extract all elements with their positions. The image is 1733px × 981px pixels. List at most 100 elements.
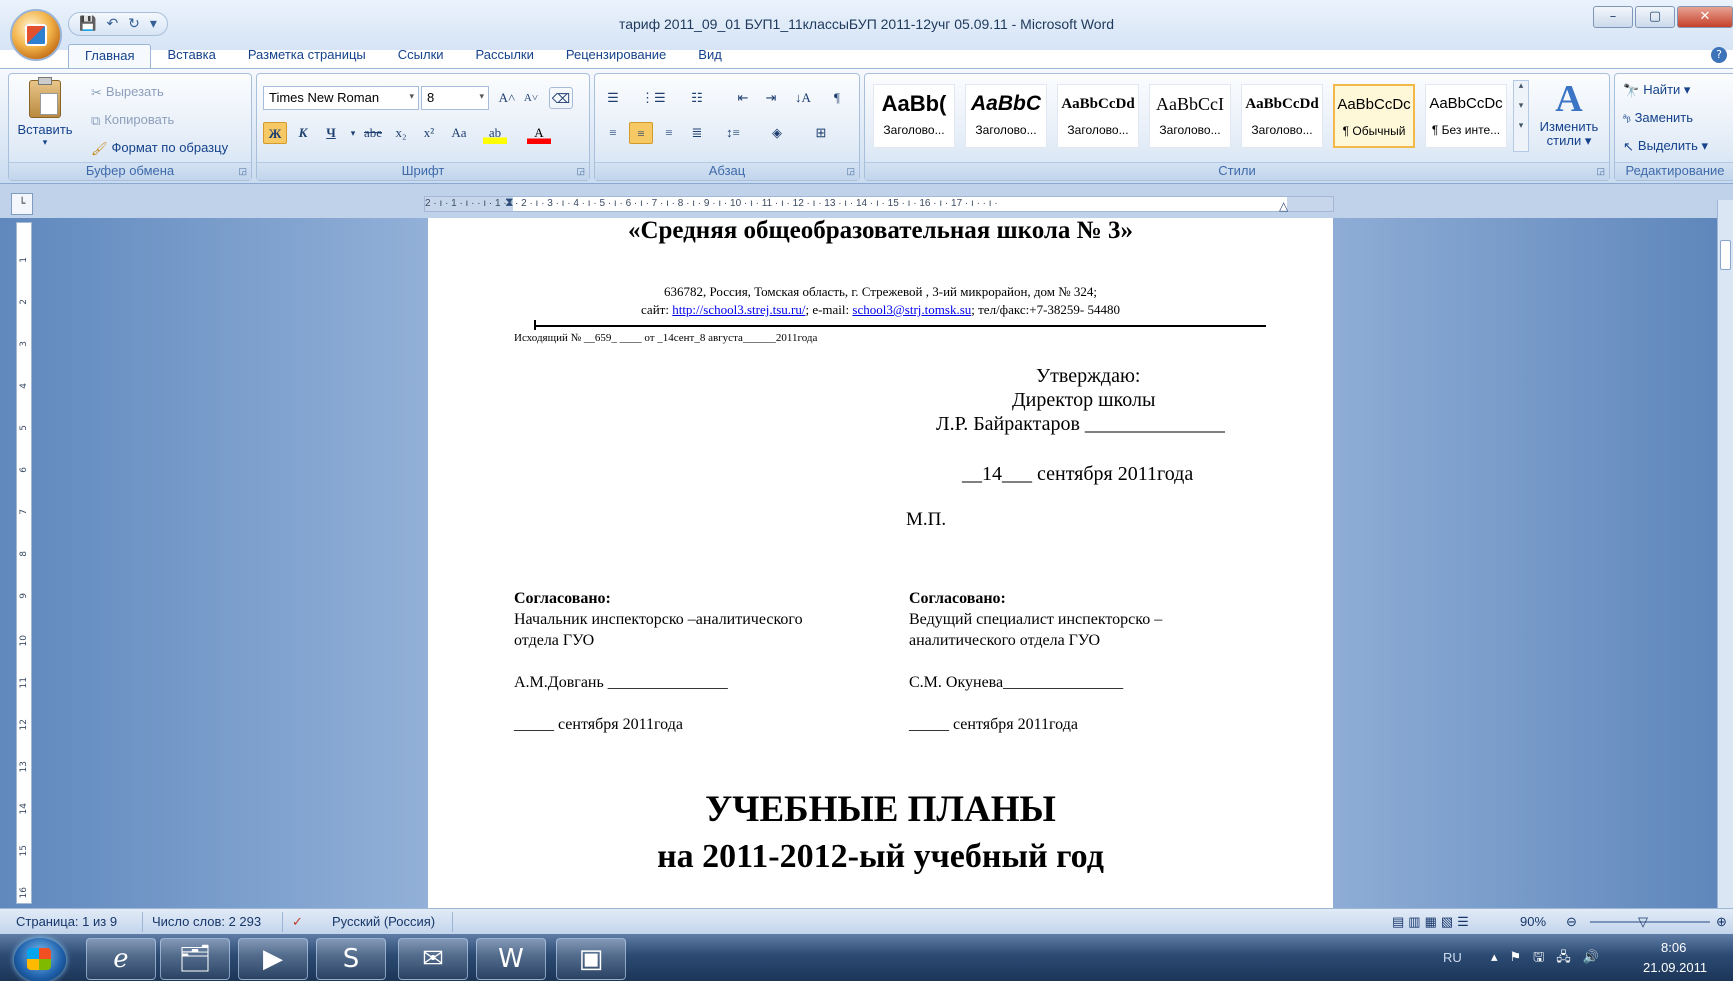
style-heading-3[interactable]: AaBbCcDd Заголово... (1057, 84, 1139, 148)
start-button[interactable] (14, 938, 66, 981)
grow-font-button[interactable]: A˄ (495, 87, 519, 109)
style-heading-1[interactable]: AaBb(Заголово... (873, 84, 955, 148)
style-heading-4[interactable]: AaBbCcI Заголово... (1149, 84, 1231, 148)
multilevel-list-icon[interactable]: ☷ (685, 87, 709, 109)
clipboard-launcher-icon[interactable]: ◲ (238, 166, 247, 177)
select-button[interactable]: ↖ Выделить ▾ (1623, 138, 1708, 155)
highlight-icon[interactable]: ab (483, 122, 507, 144)
tab-view[interactable]: Вид (682, 44, 738, 68)
tab-review[interactable]: Рецензирование (550, 44, 682, 68)
document-page[interactable]: «Средняя общеобразовательная школа № 3» … (428, 218, 1333, 908)
tab-references[interactable]: Ссылки (382, 44, 460, 68)
styles-launcher-icon[interactable]: ◲ (1596, 166, 1605, 177)
sort-icon[interactable]: ↓A (791, 87, 815, 109)
cut-button[interactable]: ✂ Вырезать (91, 84, 164, 101)
format-painter-button[interactable]: 🖌 Формат по образцу (91, 140, 228, 157)
outlook-icon[interactable]: ✉ (398, 938, 468, 980)
word-count[interactable]: Число слов: 2 293 (152, 914, 261, 929)
copy-button[interactable]: ⧉ Копировать (91, 112, 174, 129)
change-case-button[interactable]: Aa (447, 122, 471, 144)
tray-date[interactable]: 21.09.2011 (1643, 960, 1707, 975)
help-icon[interactable]: ? (1711, 47, 1727, 63)
ruler-ticks: 2 · ı · 1 · ı · · ı · 1 · ı · 2 · ı · 3 … (425, 198, 998, 209)
binoculars-icon: 🔭 (1623, 82, 1640, 98)
align-right-icon[interactable]: ≡ (657, 122, 681, 144)
shading-icon[interactable]: ◈ (765, 122, 789, 144)
word-icon[interactable]: W (476, 938, 546, 980)
superscript-button[interactable]: x² (417, 122, 441, 144)
change-styles-button[interactable]: A Изменить стили ▾ (1535, 78, 1603, 148)
find-button[interactable]: 🔭 Найти ▾ (1623, 82, 1690, 99)
justify-icon[interactable]: ≣ (685, 122, 709, 144)
show-marks-icon[interactable]: ¶ (825, 87, 849, 109)
bullets-icon[interactable]: ☰ (601, 87, 625, 109)
agreed-left-line2: отдела ГУО (514, 632, 595, 649)
style-heading-2[interactable]: AaBbC Заголово... (965, 84, 1047, 148)
shrink-font-button[interactable]: A˅ (519, 87, 543, 109)
style-heading-5[interactable]: AaBbCcDd Заголово... (1241, 84, 1323, 148)
strikethrough-button[interactable]: abe (361, 122, 385, 144)
zoom-out-icon[interactable]: ⊖ (1566, 914, 1577, 930)
right-indent-marker-icon[interactable]: △ (1279, 199, 1288, 213)
font-size-input[interactable]: 8 ▾ (421, 86, 489, 110)
zoom-slider[interactable] (1590, 921, 1710, 923)
minimize-button[interactable]: – (1593, 6, 1633, 28)
borders-icon[interactable]: ⊞ (809, 122, 833, 144)
tray-language[interactable]: RU (1443, 950, 1462, 965)
tab-home[interactable]: Главная (68, 44, 152, 68)
styles-scroll[interactable]: ▴ ▾ ▾ (1513, 80, 1529, 152)
line-spacing-icon[interactable]: ↕≡ (721, 122, 745, 144)
ie-icon[interactable]: ℯ (86, 938, 156, 980)
font-name-input[interactable]: Times New Roman ▾ (263, 86, 419, 110)
explorer-icon[interactable]: 🗂 (160, 938, 230, 980)
vertical-scrollbar[interactable] (1717, 200, 1733, 908)
tab-mailings[interactable]: Рассылки (460, 44, 550, 68)
vertical-ruler[interactable]: 1 2 3 4 5 6 7 8 9 10 11 12 13 14 15 16 (16, 222, 32, 904)
font-launcher-icon[interactable]: ◲ (576, 166, 585, 177)
align-left-icon[interactable]: ≡ (601, 122, 625, 144)
subscript-button[interactable]: x₂ (389, 122, 413, 144)
replace-button[interactable]: ᵃᵦ Заменить (1623, 110, 1693, 125)
email-link[interactable]: school3@strj.tomsk.su (852, 302, 971, 317)
skype-icon[interactable]: S (316, 938, 386, 980)
decrease-indent-icon[interactable]: ⇤ (731, 87, 755, 109)
style-no-spacing[interactable]: AaBbCcDc ¶ Без инте... (1425, 84, 1507, 148)
clear-formatting-button[interactable]: ⌫ (549, 87, 573, 109)
paste-dropdown-icon[interactable]: ▾ (15, 137, 75, 148)
tab-selector-button[interactable]: └ (11, 193, 33, 215)
tab-page-layout[interactable]: Разметка страницы (232, 44, 382, 68)
font-size-dropdown-icon[interactable]: ▾ (479, 91, 484, 102)
zoom-in-icon[interactable]: ⊕ (1716, 914, 1727, 930)
proofing-icon[interactable]: ✓ (292, 914, 303, 930)
language-indicator[interactable]: Русский (Россия) (332, 914, 435, 929)
tray-icons[interactable]: ▴⚑🖫🖧🔊 (1491, 948, 1611, 970)
vruler-tick: 9 (19, 593, 29, 599)
close-button[interactable]: ✕ (1677, 6, 1733, 28)
bold-button[interactable]: Ж (263, 122, 287, 144)
clipboard-group-label: Буфер обмена ◲ (9, 162, 251, 180)
site-link[interactable]: http://school3.strej.tsu.ru/ (672, 302, 805, 317)
tray-time[interactable]: 8:06 (1661, 940, 1686, 955)
paragraph-launcher-icon[interactable]: ◲ (846, 166, 855, 177)
numbering-icon[interactable]: ⋮☰ (641, 87, 666, 109)
italic-button[interactable]: К (291, 122, 315, 144)
tab-insert[interactable]: Вставка (151, 44, 231, 68)
align-center-icon[interactable]: ≡ (629, 122, 653, 144)
scroll-thumb[interactable] (1720, 240, 1731, 270)
page-count[interactable]: Страница: 1 из 9 (16, 914, 117, 929)
maximize-button[interactable]: ▢ (1635, 6, 1675, 28)
increase-indent-icon[interactable]: ⇥ (759, 87, 783, 109)
indent-marker-icon[interactable]: ⧗ (505, 195, 513, 210)
underline-button[interactable]: Ч (319, 122, 343, 144)
style-normal[interactable]: AaBbCcDc ¶ Обычный (1333, 84, 1415, 148)
font-color-icon[interactable]: A (527, 122, 551, 144)
font-name-dropdown-icon[interactable]: ▾ (409, 91, 414, 102)
media-player-icon[interactable]: ▶ (238, 938, 308, 980)
office-button[interactable] (10, 9, 62, 61)
zoom-level[interactable]: 90% (1520, 914, 1546, 929)
presentation-icon[interactable]: ▣ (556, 938, 626, 980)
paste-button[interactable]: Вставить ▾ (15, 77, 75, 148)
horizontal-ruler[interactable]: 2 · ı · 1 · ı · · ı · 1 · ı · 2 · ı · 3 … (424, 195, 1334, 213)
view-buttons-icon[interactable]: ▤▥▦▧☰ (1392, 914, 1473, 930)
zoom-thumb-icon[interactable]: ▽ (1638, 914, 1648, 930)
